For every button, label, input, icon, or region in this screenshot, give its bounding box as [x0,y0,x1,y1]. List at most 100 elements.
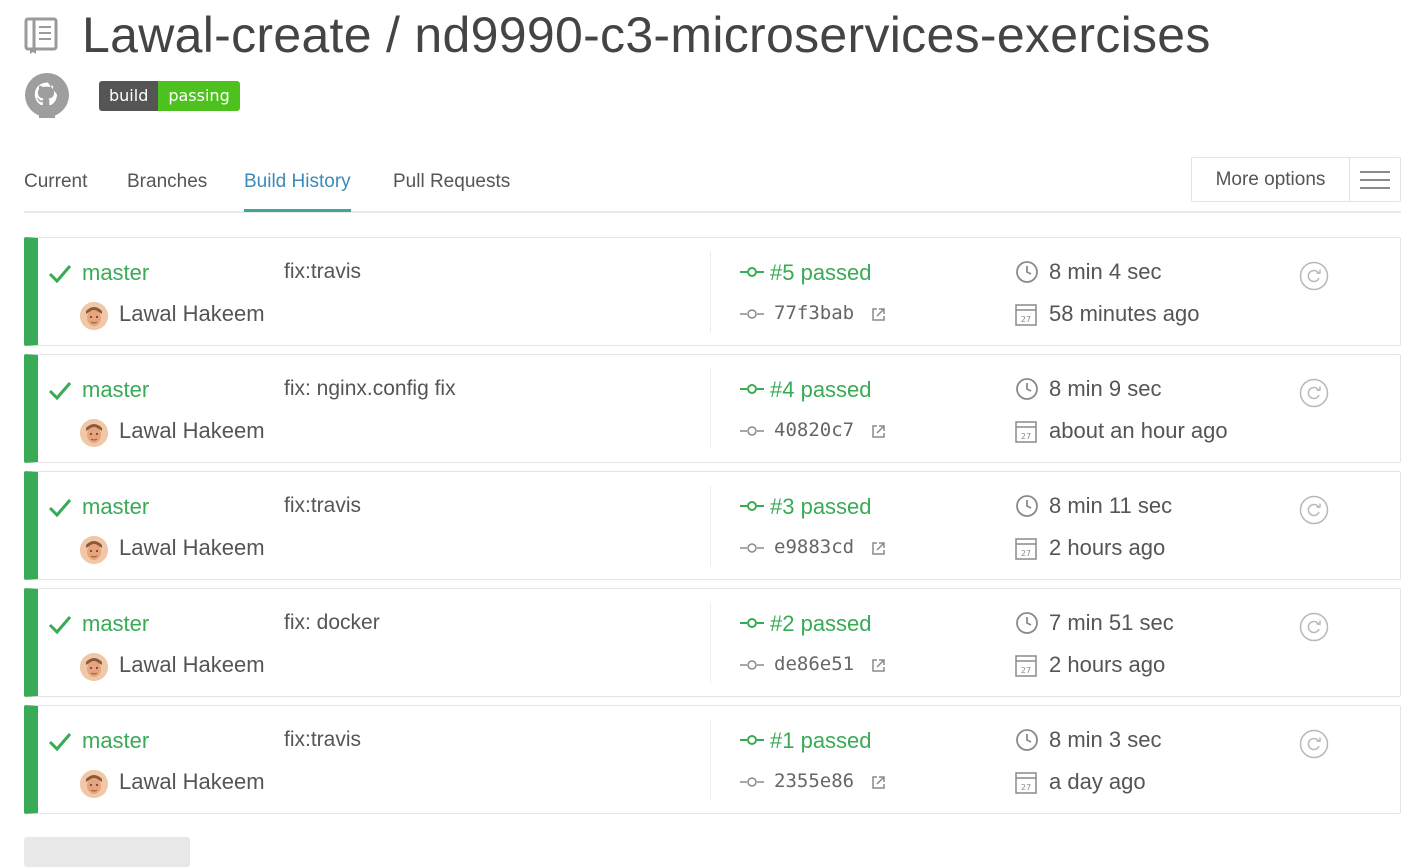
tab-pull-requests[interactable]: Pull Requests [393,171,510,209]
commit-sha[interactable]: 77f3bab [774,302,854,324]
clock-icon [1016,612,1038,634]
more-options-button[interactable]: More options [1191,157,1401,202]
build-status-badge[interactable]: build passing [99,81,240,111]
avatar [80,653,108,681]
tab-branches[interactable]: Branches [127,171,207,209]
build-finished-time: 2 hours ago [1049,652,1166,677]
branch-name[interactable]: master [82,260,149,286]
build-row[interactable]: master Lawal Hakeem fix: nginx.config fi… [24,354,1401,463]
restart-icon[interactable] [1299,378,1329,408]
author-name: Lawal Hakeem [119,418,265,443]
build-duration: 8 min 3 sec [1049,727,1162,752]
commit-icon [740,735,764,745]
commit-icon [740,618,764,628]
github-icon[interactable] [24,72,70,118]
commit-icon [740,543,764,553]
branch-name[interactable]: master [82,377,149,403]
check-icon [48,265,72,284]
build-history-list: master Lawal Hakeem fix:travis #5 passed… [24,237,1401,822]
svg-text:27: 27 [1021,549,1031,558]
commit-message[interactable]: fix: nginx.config fix [284,377,456,401]
build-number[interactable]: #1 passed [770,728,872,754]
build-duration: 7 min 51 sec [1049,610,1174,635]
build-row[interactable]: master Lawal Hakeem fix:travis #5 passed… [24,237,1401,346]
repo-tabs: Current Branches Build History Pull Requ… [24,157,1401,213]
build-duration: 8 min 11 sec [1049,493,1173,518]
commit-icon [740,309,764,319]
check-icon [48,499,72,518]
build-row[interactable]: master Lawal Hakeem fix: docker #2 passe… [24,588,1401,697]
repo-header: Lawal-create / nd9990-c3-microservices-e… [24,0,1211,70]
author-name: Lawal Hakeem [119,301,265,326]
restart-icon[interactable] [1299,495,1329,525]
clock-icon [1016,729,1038,751]
commit-icon [740,777,764,787]
commit-message[interactable]: fix:travis [284,494,361,518]
divider [710,603,711,683]
build-finished-time: 58 minutes ago [1049,301,1200,326]
avatar [80,536,108,564]
clock-icon [1016,378,1038,400]
author-name: Lawal Hakeem [119,535,265,560]
build-number[interactable]: #3 passed [770,494,872,520]
repo-book-icon [24,17,58,54]
svg-text:27: 27 [1021,666,1031,675]
commit-sha[interactable]: 40820c7 [774,419,854,441]
external-link-icon[interactable] [871,775,886,790]
tab-build-history[interactable]: Build History [244,171,351,212]
commit-message[interactable]: fix: docker [284,611,380,635]
build-number[interactable]: #5 passed [770,260,872,286]
restart-icon[interactable] [1299,261,1329,291]
check-icon [48,382,72,401]
show-more-button[interactable] [24,837,190,867]
hamburger-menu-icon[interactable] [1350,158,1400,201]
build-row[interactable]: master Lawal Hakeem fix:travis #1 passed… [24,705,1401,814]
branch-name[interactable]: master [82,494,149,520]
build-finished-time: about an hour ago [1049,418,1228,443]
svg-text:27: 27 [1021,432,1031,441]
calendar-icon: 27 [1015,538,1037,560]
commit-icon [740,267,764,277]
author-name: Lawal Hakeem [119,652,265,677]
calendar-icon: 27 [1015,421,1037,443]
external-link-icon[interactable] [871,541,886,556]
divider [710,252,711,332]
avatar [80,419,108,447]
commit-icon [740,426,764,436]
branch-name[interactable]: master [82,728,149,754]
commit-message[interactable]: fix:travis [284,260,361,284]
external-link-icon[interactable] [871,307,886,322]
badge-label: build [99,81,159,111]
build-row[interactable]: master Lawal Hakeem fix:travis #3 passed… [24,471,1401,580]
external-link-icon[interactable] [871,658,886,673]
clock-icon [1016,495,1038,517]
branch-name[interactable]: master [82,611,149,637]
tab-current[interactable]: Current [24,171,87,209]
svg-text:27: 27 [1021,783,1031,792]
restart-icon[interactable] [1299,612,1329,642]
commit-message[interactable]: fix:travis [284,728,361,752]
svg-text:27: 27 [1021,315,1031,324]
build-number[interactable]: #2 passed [770,611,872,637]
badge-status: passing [158,81,240,111]
build-duration: 8 min 4 sec [1049,259,1162,284]
build-finished-time: a day ago [1049,769,1146,794]
commit-sha[interactable]: 2355e86 [774,770,854,792]
external-link-icon[interactable] [871,424,886,439]
commit-icon [740,501,764,511]
divider [710,486,711,566]
more-options-label: More options [1192,158,1350,201]
author-name: Lawal Hakeem [119,769,265,794]
build-number[interactable]: #4 passed [770,377,872,403]
commit-icon [740,660,764,670]
check-icon [48,733,72,752]
restart-icon[interactable] [1299,729,1329,759]
commit-icon [740,384,764,394]
build-duration: 8 min 9 sec [1049,376,1162,401]
build-finished-time: 2 hours ago [1049,535,1166,560]
check-icon [48,616,72,635]
divider [710,720,711,800]
commit-sha[interactable]: e9883cd [774,536,854,558]
calendar-icon: 27 [1015,655,1037,677]
commit-sha[interactable]: de86e51 [774,653,854,675]
